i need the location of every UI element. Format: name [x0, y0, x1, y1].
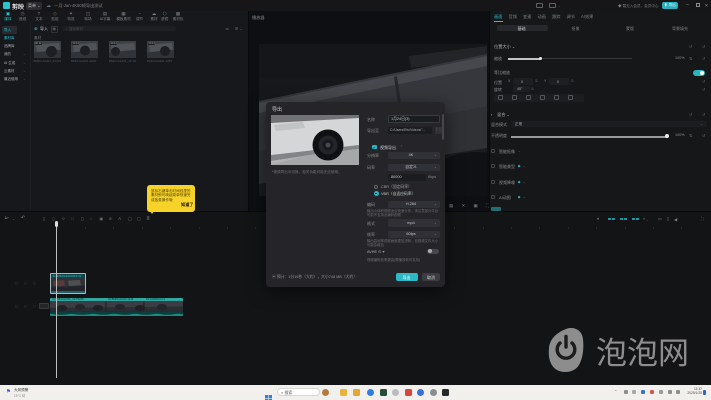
svg-text:泡泡网: 泡泡网: [596, 336, 689, 371]
